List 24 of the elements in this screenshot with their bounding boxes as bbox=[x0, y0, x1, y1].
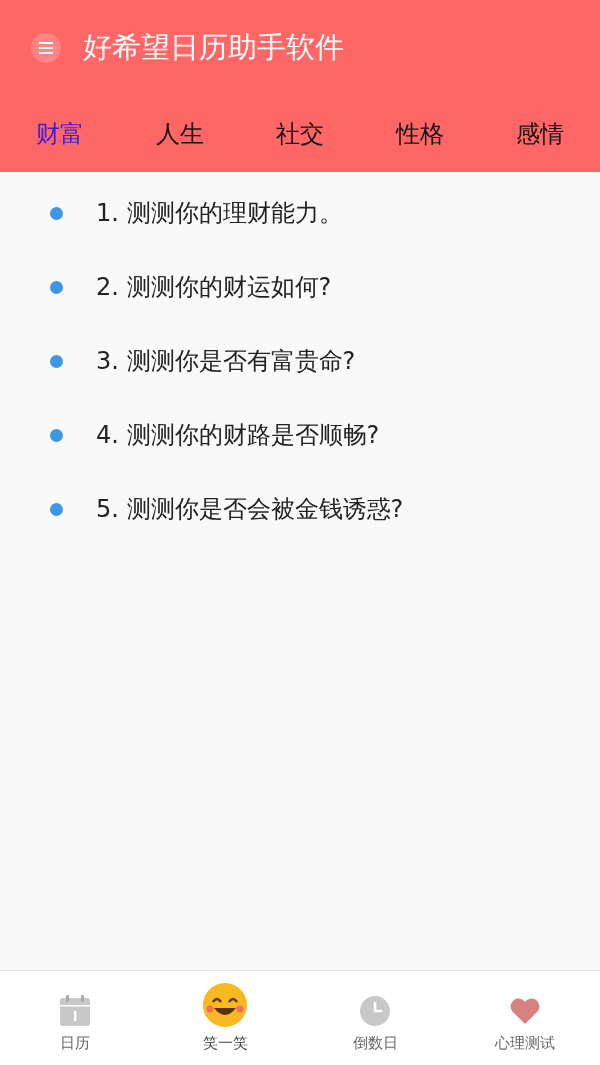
app-title: 好希望日历助手软件 bbox=[83, 29, 344, 66]
calendar-icon bbox=[58, 994, 92, 1028]
question-link[interactable]: 2. 测测你的财运如何? bbox=[96, 271, 332, 303]
nav-item[interactable]: 笑一笑 bbox=[150, 971, 300, 1065]
bullet-dot bbox=[50, 354, 63, 368]
bullet-dot bbox=[50, 280, 63, 294]
category-tab[interactable]: 人生 bbox=[120, 110, 240, 158]
clock-icon bbox=[358, 994, 392, 1028]
bullet-dot bbox=[50, 428, 63, 442]
category-tab[interactable]: 社交 bbox=[240, 110, 360, 158]
category-tab[interactable]: 感情 bbox=[480, 110, 600, 158]
question-link[interactable]: 5. 测测你是否会被金钱诱惑? bbox=[96, 493, 404, 525]
category-tab[interactable]: 性格 bbox=[360, 110, 480, 158]
menu-button[interactable] bbox=[31, 33, 61, 63]
question-link[interactable]: 1. 测测你的理财能力。 bbox=[96, 197, 343, 229]
question-link[interactable]: 4. 测测你的财路是否顺畅? bbox=[96, 419, 380, 451]
nav-item[interactable]: 日历 bbox=[0, 971, 150, 1065]
smiley-icon bbox=[202, 982, 248, 1028]
menu-icon bbox=[39, 42, 53, 54]
bullet-dot bbox=[50, 502, 63, 516]
nav-item[interactable]: 倒数日 bbox=[300, 971, 450, 1065]
question-link[interactable]: 3. 测测你是否有富贵命? bbox=[96, 345, 356, 377]
bullet-dot bbox=[50, 206, 63, 220]
nav-item[interactable]: 心理测试 bbox=[450, 971, 600, 1065]
